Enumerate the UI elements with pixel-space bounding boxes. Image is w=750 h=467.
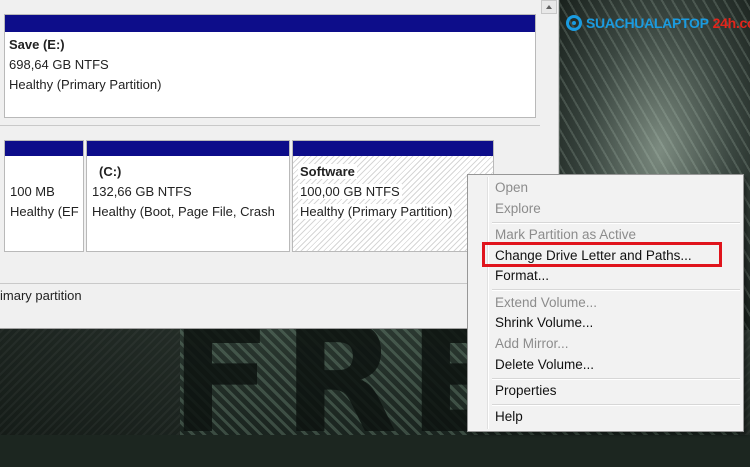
partition-efi[interactable]: 100 MB Healthy (EF (4, 140, 84, 252)
menu-separator (492, 378, 740, 380)
menu-gutter (487, 177, 489, 429)
menu-separator (492, 222, 740, 224)
highlight-annotation (482, 242, 722, 267)
watermark-logo: SUACHUALAPTOP24h.com (566, 12, 750, 34)
context-menu: Open Explore Mark Partition as Active Ch… (467, 174, 744, 432)
menu-item-help[interactable]: Help (495, 408, 523, 426)
partition-c[interactable]: (C:) 132,66 GB NTFS Healthy (Boot, Page … (86, 140, 290, 252)
partition-size: 100 MB (10, 184, 55, 199)
volume-status: Healthy (Primary Partition) (9, 77, 162, 92)
partition-name: (C:) (99, 164, 122, 179)
partition-name: Software (298, 164, 357, 179)
partition-size: 132,66 GB NTFS (92, 184, 192, 199)
menu-item-open[interactable]: Open (495, 179, 528, 197)
menu-item-format[interactable]: Format... (495, 267, 549, 285)
legend-text: imary partition (0, 288, 82, 303)
volume-name: Save (E:) (9, 37, 65, 52)
menu-item-properties[interactable]: Properties (495, 382, 557, 400)
gear-icon (566, 15, 582, 31)
partition-bar (5, 141, 83, 156)
menu-separator (492, 404, 740, 406)
partition-software[interactable]: Software 100,00 GB NTFS Healthy (Primary… (292, 140, 494, 252)
menu-item-explore[interactable]: Explore (495, 200, 541, 218)
menu-item-extend-volume[interactable]: Extend Volume... (495, 294, 597, 312)
volume-size: 698,64 GB NTFS (9, 57, 109, 72)
menu-separator (492, 289, 740, 291)
volume-bar (5, 15, 535, 32)
menu-item-delete-volume[interactable]: Delete Volume... (495, 356, 594, 374)
watermark-brand: SUACHUALAPTOP (586, 15, 709, 31)
menu-item-shrink-volume[interactable]: Shrink Volume... (495, 314, 593, 332)
partition-status: Healthy (Boot, Page File, Crash (92, 204, 275, 219)
partition-status: Healthy (EF (10, 204, 79, 219)
partition-status: Healthy (Primary Partition) (298, 204, 455, 219)
partition-bar (87, 141, 289, 156)
menu-item-add-mirror[interactable]: Add Mirror... (495, 335, 569, 353)
partition-size: 100,00 GB NTFS (298, 184, 402, 199)
partition-bar (293, 141, 493, 156)
scroll-up-arrow-icon[interactable] (541, 0, 557, 14)
watermark-suffix: 24h.com (712, 15, 750, 31)
